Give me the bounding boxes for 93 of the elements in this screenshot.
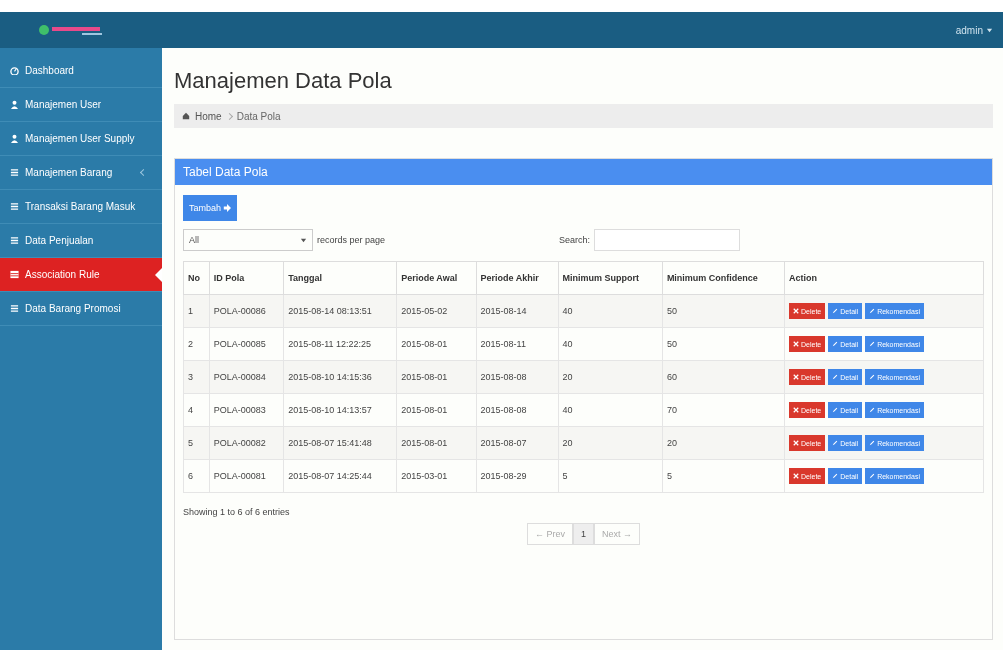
table-cell: 20 <box>558 360 663 394</box>
column-header[interactable]: Minimum Confidence <box>662 261 785 295</box>
table-cell: 2015-08-01 <box>396 426 476 460</box>
list-icon <box>10 168 19 177</box>
table-cell: POLA-00081 <box>209 459 284 493</box>
table-cell: POLA-00086 <box>209 294 284 328</box>
close-icon <box>793 473 799 479</box>
table-cell: POLA-00085 <box>209 327 284 361</box>
table-cell: 2015-03-01 <box>396 459 476 493</box>
sidebar-item[interactable]: Association Rule <box>0 258 162 292</box>
page-link[interactable]: 1 <box>573 523 594 545</box>
search-label: Search: <box>559 235 591 245</box>
column-header[interactable]: Periode Awal <box>396 261 476 295</box>
pencil-icon <box>869 308 876 314</box>
table-cell: 40 <box>558 294 663 328</box>
table-cell: 2015-08-11 <box>476 327 558 361</box>
pencil-icon <box>832 308 839 314</box>
table-cell: 2015-08-07 14:25:44 <box>283 459 397 493</box>
user-icon <box>10 134 19 143</box>
pencil-icon <box>869 341 876 347</box>
table-cell: 2015-08-11 12:22:25 <box>283 327 397 361</box>
home-icon <box>182 112 190 120</box>
list-icon <box>10 202 19 211</box>
table-cell: 40 <box>558 327 663 361</box>
close-icon <box>793 374 799 380</box>
table-cell: 2015-08-01 <box>396 393 476 427</box>
table-cell: 6 <box>183 459 210 493</box>
list-icon <box>10 236 19 245</box>
table-cell: 2015-08-01 <box>396 327 476 361</box>
table-cell: 70 <box>662 393 785 427</box>
pencil-icon <box>832 473 839 479</box>
table-cell: 2015-08-10 14:15:36 <box>283 360 397 394</box>
table-cell: 5 <box>662 459 785 493</box>
column-header[interactable]: Periode Akhir <box>476 261 558 295</box>
user-menu[interactable]: admin <box>955 24 993 36</box>
table-cell: 5 <box>558 459 663 493</box>
column-header[interactable]: Minimum Support <box>558 261 663 295</box>
pencil-icon <box>869 374 876 380</box>
table-cell: 50 <box>662 294 785 328</box>
caret-icon <box>300 236 307 244</box>
pencil-icon <box>869 407 876 413</box>
pencil-icon <box>832 374 839 380</box>
table-cell: 2015-08-07 <box>476 426 558 460</box>
pencil-icon <box>869 473 876 479</box>
table-cell: 20 <box>558 426 663 460</box>
table-cell: 2015-08-01 <box>396 360 476 394</box>
column-header[interactable]: ID Pola <box>209 261 284 295</box>
table-cell: 2015-08-08 <box>476 360 558 394</box>
pencil-icon <box>832 440 839 446</box>
table-cell: 4 <box>183 393 210 427</box>
table-cell: 2015-08-07 15:41:48 <box>283 426 397 460</box>
close-icon <box>793 440 799 446</box>
table-info: Showing 1 to 6 of 6 entries <box>183 507 291 517</box>
table-cell: 5 <box>183 426 210 460</box>
table-cell: POLA-00084 <box>209 360 284 394</box>
column-header[interactable]: Tanggal <box>283 261 397 295</box>
table-cell: 1 <box>183 294 210 328</box>
table-icon <box>10 270 19 279</box>
search-field[interactable] <box>594 229 741 251</box>
page-size-select[interactable]: All <box>183 229 313 251</box>
table-cell: 2 <box>183 327 210 361</box>
breadcrumb-item: Data Pola <box>236 110 281 122</box>
close-icon <box>793 407 799 413</box>
list-icon <box>10 304 19 313</box>
pencil-icon <box>869 440 876 446</box>
panel-title: Tabel Data Pola <box>183 165 268 179</box>
caret-icon <box>986 26 993 34</box>
pencil-icon <box>832 341 839 347</box>
table-cell: 60 <box>662 360 785 394</box>
user-icon <box>10 100 19 109</box>
close-icon <box>793 308 799 314</box>
table-cell: 20 <box>662 426 785 460</box>
table-cell: 3 <box>183 360 210 394</box>
pencil-icon <box>832 407 839 413</box>
table-cell: 2015-08-14 <box>476 294 558 328</box>
add-button[interactable]: Tambah <box>183 195 238 221</box>
table-cell: 2015-08-14 08:13:51 <box>283 294 397 328</box>
page-title: Manajemen Data Pola <box>174 68 393 94</box>
arrow-icon <box>223 204 232 212</box>
table-cell: 2015-05-02 <box>396 294 476 328</box>
table-cell: 50 <box>662 327 785 361</box>
column-header[interactable]: No <box>183 261 210 295</box>
table-cell: 2015-08-08 <box>476 393 558 427</box>
table-cell: 2015-08-10 14:13:57 <box>283 393 397 427</box>
breadcrumb-item[interactable]: Home <box>195 110 222 122</box>
table-cell: 40 <box>558 393 663 427</box>
close-icon <box>793 341 799 347</box>
dashboard-icon <box>10 66 19 75</box>
column-header[interactable]: Action <box>784 261 984 295</box>
table-cell: POLA-00082 <box>209 426 284 460</box>
table-cell: POLA-00083 <box>209 393 284 427</box>
table-cell: 2015-08-29 <box>476 459 558 493</box>
page-size-label: records per page <box>317 235 386 245</box>
